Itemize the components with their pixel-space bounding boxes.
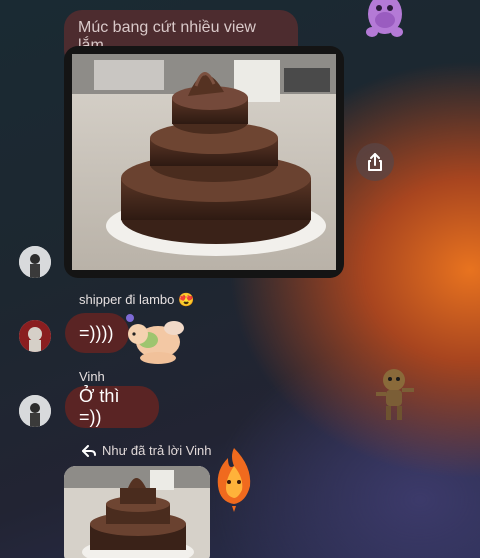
share-icon xyxy=(368,153,382,171)
avatar-image xyxy=(19,395,51,427)
avatar-image xyxy=(19,320,51,352)
message-text: =)))) xyxy=(79,322,114,343)
sender-name: shipper đi lambo 😍 xyxy=(79,292,195,307)
chocolate-cake-photo xyxy=(72,54,336,270)
avatar[interactable] xyxy=(19,246,51,278)
avatar-image xyxy=(19,246,51,278)
sender-name: Vinh xyxy=(79,369,105,384)
avatar[interactable] xyxy=(19,395,51,427)
fire-character-sticker xyxy=(217,448,251,512)
heart-eyes-emoji: 😍 xyxy=(178,292,195,307)
message-bubble[interactable]: Ở thì =)) xyxy=(65,386,159,428)
cupid-sticker xyxy=(126,314,184,364)
reply-arrow-icon xyxy=(82,444,96,457)
message-photo[interactable] xyxy=(64,46,344,278)
share-button[interactable] xyxy=(356,143,394,181)
reply-header: Như đã trả lời Vinh xyxy=(82,443,211,458)
avatar[interactable] xyxy=(19,320,51,352)
chocolate-cake-photo xyxy=(64,466,210,558)
reply-header-text: Như đã trả lời Vinh xyxy=(102,443,212,458)
message-photo[interactable] xyxy=(64,466,210,558)
message-text: Ở thì =)) xyxy=(79,386,120,427)
purple-creature-sticker xyxy=(366,0,403,37)
tree-creature-sticker xyxy=(376,369,414,420)
